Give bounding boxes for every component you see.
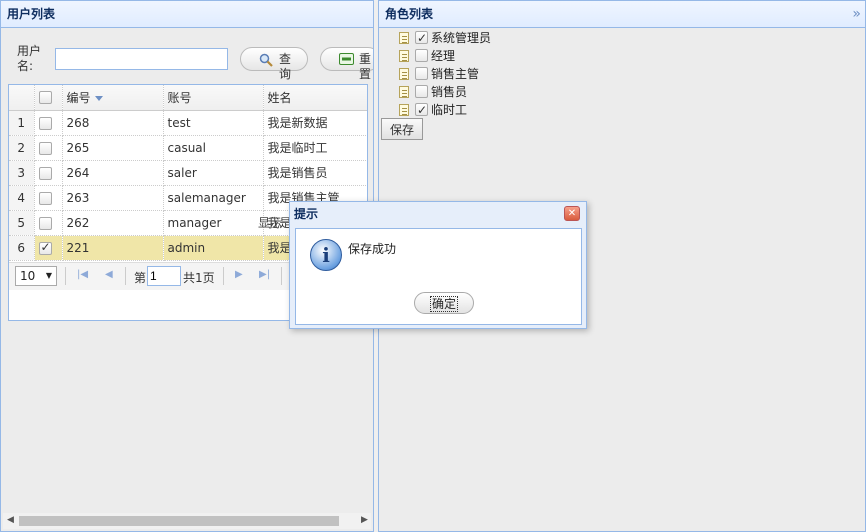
row-checkbox[interactable]: [34, 160, 63, 186]
first-page-icon[interactable]: |◀: [77, 269, 88, 280]
cell-account: casual: [163, 135, 264, 161]
select-all-checkbox[interactable]: [34, 85, 63, 111]
user-search-toolbar: 用户名: 查询 重置: [9, 41, 373, 85]
prev-page-icon[interactable]: ◀: [105, 269, 113, 280]
table-row[interactable]: 2 265 casual 我是临时工: [9, 135, 367, 161]
row-number: 1: [9, 110, 35, 136]
pager-display-info: 显示: [258, 216, 283, 230]
column-header-account[interactable]: 账号: [163, 85, 264, 111]
table-row[interactable]: 1 268 test 我是新数据: [9, 110, 367, 136]
close-icon[interactable]: ✕: [564, 206, 580, 221]
role-checkbox[interactable]: [415, 85, 428, 98]
row-number: 4: [9, 185, 35, 211]
page-number-input[interactable]: [147, 266, 181, 286]
file-icon: [399, 86, 409, 98]
file-icon: [399, 50, 409, 62]
scroll-left-icon[interactable]: ◀: [7, 515, 14, 525]
search-button-label: 查询: [279, 52, 292, 81]
chevron-down-icon: ▼: [45, 271, 52, 280]
cell-account: saler: [163, 160, 264, 186]
role-checkbox[interactable]: [415, 101, 428, 119]
column-header-id[interactable]: 编号: [62, 85, 164, 111]
cell-name: 我是销售员: [263, 160, 367, 186]
role-checkbox[interactable]: [415, 67, 428, 80]
sort-desc-icon: [94, 95, 103, 101]
row-checkbox[interactable]: [34, 210, 63, 236]
file-icon: [399, 32, 409, 44]
cell-id: 264: [62, 160, 164, 186]
page-prefix: 第: [134, 271, 147, 285]
cell-account: admin: [163, 235, 264, 261]
role-list-title: 角色列表: [379, 1, 865, 28]
cell-id: 221: [62, 235, 164, 261]
last-page-icon[interactable]: ▶|: [259, 269, 270, 280]
cell-account: test: [163, 110, 264, 136]
dialog-title: 提示: [294, 207, 319, 221]
file-icon: [399, 104, 409, 116]
pager-divider: [281, 267, 282, 285]
file-icon: [399, 68, 409, 80]
dialog-message: 保存成功: [348, 242, 397, 256]
save-roles-button[interactable]: 保存: [381, 118, 423, 140]
reset-icon: [339, 53, 354, 68]
pager-divider: [125, 267, 126, 285]
role-tree-node[interactable]: 经理: [399, 47, 539, 65]
page-total: 共1页: [183, 271, 215, 285]
cell-id: 263: [62, 185, 164, 211]
search-button[interactable]: 查询: [240, 47, 308, 81]
ok-button-label: 确定: [429, 295, 459, 312]
username-search-input[interactable]: [55, 48, 228, 70]
ok-button[interactable]: 确定: [414, 292, 474, 314]
cell-name: 我是临时工: [263, 135, 367, 161]
role-checkbox[interactable]: [415, 29, 428, 47]
cell-id: 262: [62, 210, 164, 236]
next-page-icon[interactable]: ▶: [235, 269, 243, 280]
pager-divider: [65, 267, 66, 285]
scrollbar-thumb[interactable]: [19, 516, 339, 526]
username-label: 用户名:: [17, 44, 42, 73]
info-icon: i: [310, 239, 342, 271]
grid-header-row: 编号 账号 姓名: [9, 85, 367, 111]
pager-divider: [223, 267, 224, 285]
column-header-name[interactable]: 姓名: [263, 85, 367, 111]
role-label: 经理: [431, 49, 456, 63]
row-checkbox[interactable]: [34, 235, 63, 261]
cell-id: 268: [62, 110, 164, 136]
scroll-right-icon[interactable]: ▶: [361, 515, 368, 525]
user-list-title: 用户列表: [1, 1, 373, 28]
cell-account: salemanager: [163, 185, 264, 211]
search-icon: [259, 53, 273, 70]
row-number-header: [9, 85, 35, 111]
role-tree-node[interactable]: 销售员: [399, 83, 539, 101]
page-size-select[interactable]: 10 ▼: [15, 266, 57, 286]
role-label: 销售员: [431, 85, 468, 99]
cell-name: 我是新数据: [263, 110, 367, 136]
row-checkbox[interactable]: [34, 110, 63, 136]
row-number: 6: [9, 235, 35, 261]
reset-button[interactable]: 重置: [320, 47, 373, 81]
role-tree-node[interactable]: 系统管理员: [399, 29, 539, 47]
row-number: 5: [9, 210, 35, 236]
role-label: 系统管理员: [431, 31, 492, 45]
role-label: 销售主管: [431, 67, 480, 81]
collapse-double-chevron-icon[interactable]: »: [852, 6, 861, 22]
cell-id: 265: [62, 135, 164, 161]
row-number: 2: [9, 135, 35, 161]
cell-account: manager: [163, 210, 264, 236]
role-label: 临时工: [431, 103, 468, 117]
role-tree-node[interactable]: 销售主管: [399, 65, 539, 83]
row-number: 3: [9, 160, 35, 186]
reset-button-label: 重置: [359, 52, 372, 81]
role-tree-node[interactable]: 临时工: [399, 101, 539, 119]
horizontal-scrollbar[interactable]: ◀ ▶: [3, 513, 371, 529]
row-checkbox[interactable]: [34, 135, 63, 161]
row-checkbox[interactable]: [34, 185, 63, 211]
role-tree: 系统管理员经理销售主管销售员临时工: [399, 29, 539, 119]
message-dialog: 提示 ✕ i 保存成功 确定: [289, 201, 587, 329]
table-row[interactable]: 3 264 saler 我是销售员: [9, 160, 367, 186]
role-checkbox[interactable]: [415, 49, 428, 62]
dialog-body: i 保存成功 确定: [295, 228, 582, 325]
